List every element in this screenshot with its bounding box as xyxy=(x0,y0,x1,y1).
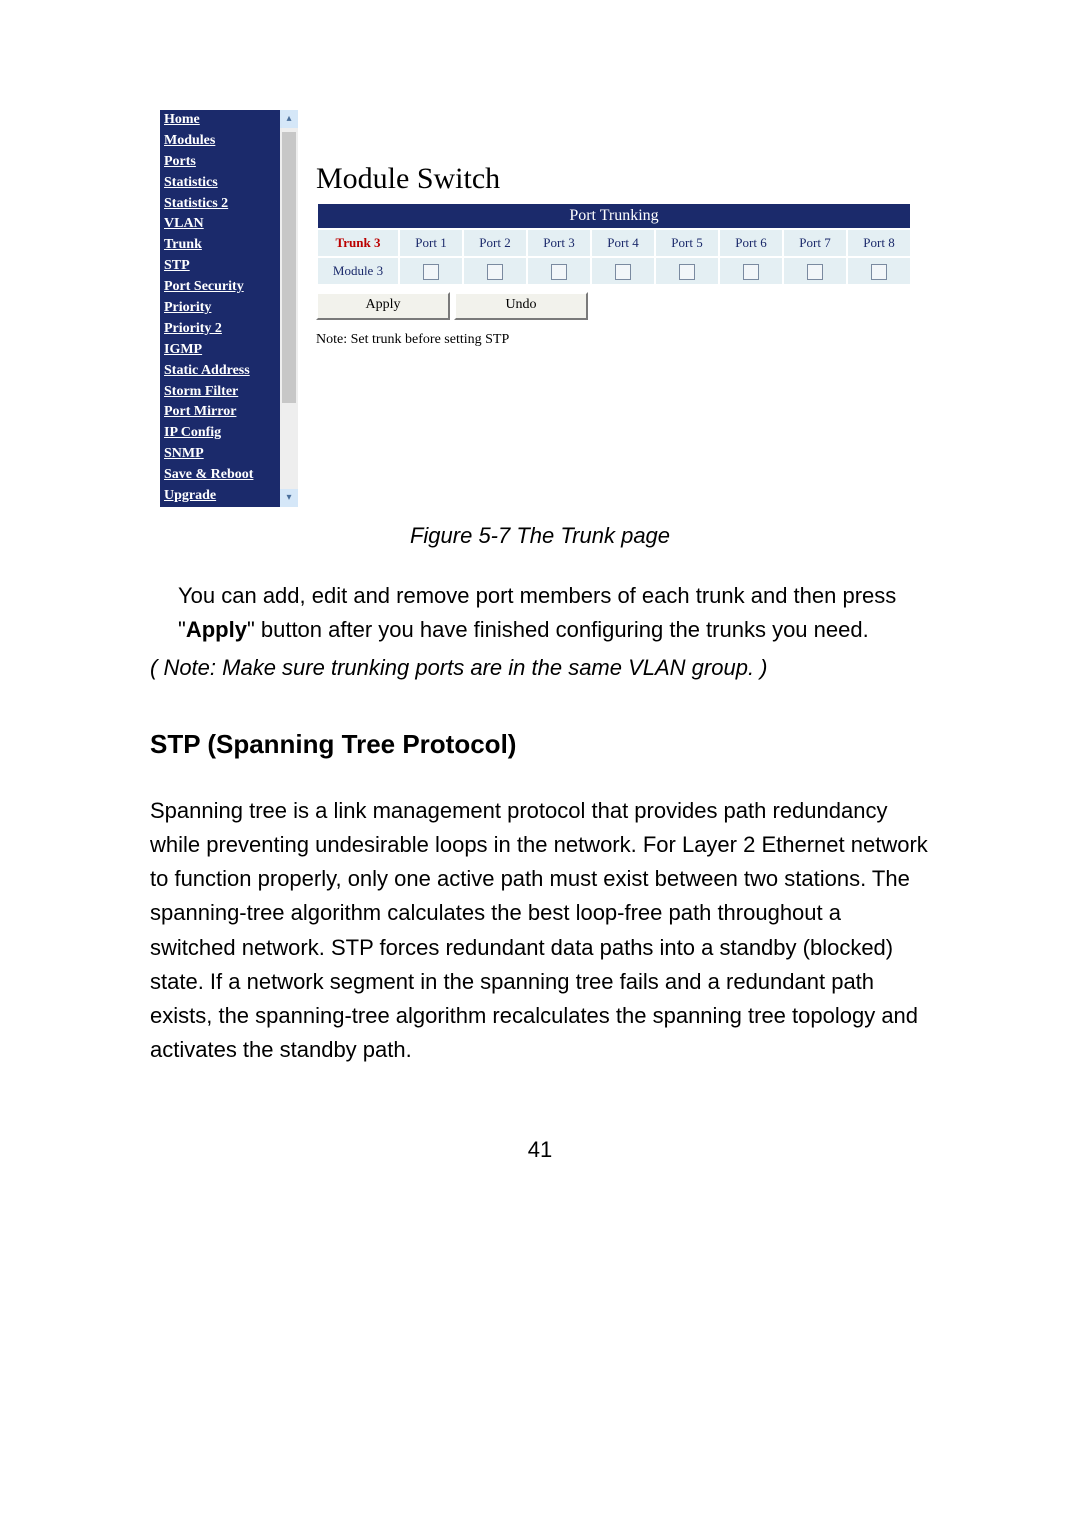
module-label: Module 3 xyxy=(318,258,398,284)
sidebar-item-upgrade[interactable]: Upgrade xyxy=(160,486,280,507)
checkbox-port1[interactable] xyxy=(423,264,439,280)
button-row: Apply Undo xyxy=(316,292,920,320)
note-text: Note: Set trunk before setting STP xyxy=(316,332,920,348)
scroll-up-icon[interactable]: ▴ xyxy=(280,110,298,128)
sidebar-item-priority2[interactable]: Priority 2 xyxy=(160,319,280,340)
sidebar-item-static-address[interactable]: Static Address xyxy=(160,361,280,382)
col-port1: Port 1 xyxy=(400,230,462,256)
sidebar-item-priority[interactable]: Priority xyxy=(160,298,280,319)
page-title: Module Switch xyxy=(316,162,920,196)
checkbox-port2[interactable] xyxy=(487,264,503,280)
scroll-down-icon[interactable]: ▾ xyxy=(280,489,298,507)
sidebar-item-storm-filter[interactable]: Storm Filter xyxy=(160,382,280,403)
scroll-thumb[interactable] xyxy=(282,132,296,403)
col-port3: Port 3 xyxy=(528,230,590,256)
sidebar-scrollbar[interactable]: ▴ ▾ xyxy=(280,110,298,507)
sidebar-item-igmp[interactable]: IGMP xyxy=(160,340,280,361)
col-port4: Port 4 xyxy=(592,230,654,256)
col-port7: Port 7 xyxy=(784,230,846,256)
checkbox-port4[interactable] xyxy=(615,264,631,280)
sidebar-item-save-reboot[interactable]: Save & Reboot xyxy=(160,465,280,486)
sidebar-item-ip-config[interactable]: IP Config xyxy=(160,423,280,444)
sidebar-item-port-mirror[interactable]: Port Mirror xyxy=(160,402,280,423)
page-number: 41 xyxy=(150,1137,930,1163)
undo-button[interactable]: Undo xyxy=(454,292,588,320)
sidebar-item-statistics2[interactable]: Statistics 2 xyxy=(160,194,280,215)
table-header-row: Trunk 3 Port 1 Port 2 Port 3 Port 4 Port… xyxy=(318,230,910,256)
sidebar-item-vlan[interactable]: VLAN xyxy=(160,214,280,235)
col-port2: Port 2 xyxy=(464,230,526,256)
apply-button[interactable]: Apply xyxy=(316,292,450,320)
sidebar-item-modules[interactable]: Modules xyxy=(160,131,280,152)
paragraph-apply: You can add, edit and remove port member… xyxy=(178,579,930,647)
sidebar-item-snmp[interactable]: SNMP xyxy=(160,444,280,465)
col-port6: Port 6 xyxy=(720,230,782,256)
switch-ui-screenshot: Home Modules Ports Statistics Statistics… xyxy=(160,110,920,507)
table-title: Port Trunking xyxy=(318,204,910,228)
checkbox-port3[interactable] xyxy=(551,264,567,280)
port-trunking-table: Port Trunking Trunk 3 Port 1 Port 2 Port… xyxy=(316,202,912,286)
figure-container: Home Modules Ports Statistics Statistics… xyxy=(160,110,920,549)
paragraph-note: ( Note: Make sure trunking ports are in … xyxy=(150,651,930,685)
sidebar: Home Modules Ports Statistics Statistics… xyxy=(160,110,280,507)
sidebar-item-trunk[interactable]: Trunk xyxy=(160,235,280,256)
checkbox-port8[interactable] xyxy=(871,264,887,280)
content-pane: Module Switch Port Trunking Trunk 3 Port… xyxy=(298,110,920,488)
sidebar-item-port-security[interactable]: Port Security xyxy=(160,277,280,298)
sidebar-item-ports[interactable]: Ports xyxy=(160,152,280,173)
para1-post: " button after you have finished configu… xyxy=(247,617,869,642)
sidebar-item-stp[interactable]: STP xyxy=(160,256,280,277)
table-module-row: Module 3 xyxy=(318,258,910,284)
scroll-track[interactable] xyxy=(280,128,298,489)
checkbox-port5[interactable] xyxy=(679,264,695,280)
paragraph-stp: Spanning tree is a link management proto… xyxy=(150,794,930,1067)
sidebar-item-home[interactable]: Home xyxy=(160,110,280,131)
figure-caption: Figure 5-7 The Trunk page xyxy=(160,523,920,549)
section-heading-stp: STP (Spanning Tree Protocol) xyxy=(150,729,930,760)
trunk-label: Trunk 3 xyxy=(318,230,398,256)
checkbox-port6[interactable] xyxy=(743,264,759,280)
para1-bold: Apply xyxy=(186,617,247,642)
document-page: Home Modules Ports Statistics Statistics… xyxy=(0,0,1080,1223)
checkbox-port7[interactable] xyxy=(807,264,823,280)
col-port8: Port 8 xyxy=(848,230,910,256)
col-port5: Port 5 xyxy=(656,230,718,256)
sidebar-item-statistics[interactable]: Statistics xyxy=(160,173,280,194)
